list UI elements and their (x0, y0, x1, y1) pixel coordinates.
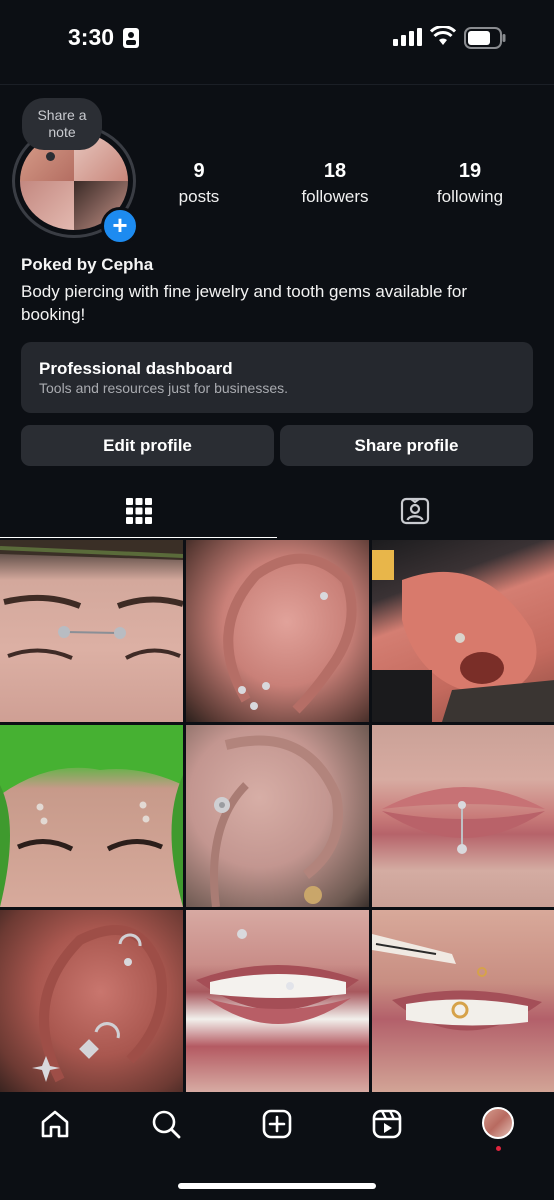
battery-icon (464, 27, 506, 49)
cellular-signal-icon (393, 28, 422, 46)
active-tab-indicator (0, 537, 277, 538)
post-thumbnail-5[interactable] (186, 725, 369, 907)
post-thumbnail-4[interactable] (0, 725, 183, 907)
reels-icon[interactable] (371, 1108, 403, 1140)
notification-dot (496, 1146, 501, 1151)
wifi-icon (430, 26, 456, 45)
add-story-plus-icon[interactable]: + (101, 207, 139, 245)
stat-following[interactable]: 19 following (415, 160, 525, 207)
stat-posts[interactable]: 9 posts (144, 160, 254, 207)
home-icon[interactable] (39, 1108, 71, 1140)
create-icon[interactable] (261, 1108, 293, 1140)
post-thumbnail-3[interactable] (372, 540, 554, 722)
post-4-art (0, 725, 183, 907)
post-thumbnail-6[interactable] (372, 725, 554, 907)
post-thumbnail-7[interactable] (0, 910, 183, 1092)
post-5-art (210, 735, 343, 907)
status-time: 3:30 (68, 24, 115, 50)
grid-icon[interactable] (126, 498, 152, 524)
status-bar: 3:30 (0, 0, 554, 80)
post-thumbnail-1[interactable] (0, 540, 183, 722)
profile-bio: Body piercing with fine jewelry and toot… (21, 282, 468, 324)
stat-posts-value: 9 (193, 160, 205, 182)
stat-followers-label: followers (301, 187, 369, 206)
post-8-art (196, 929, 359, 1024)
focus-id-icon (123, 28, 139, 48)
edit-profile-button[interactable]: Edit profile (21, 425, 274, 466)
stat-followers[interactable]: 18 followers (280, 160, 390, 207)
search-icon[interactable] (150, 1108, 182, 1140)
stat-following-value: 19 (458, 160, 482, 182)
header-divider (0, 84, 554, 85)
post-2-art (223, 553, 357, 714)
stat-posts-label: posts (178, 187, 220, 206)
stat-following-label: following (436, 187, 504, 206)
post-3-art (372, 550, 554, 722)
post-6-art (382, 787, 545, 854)
post-9-art (372, 934, 542, 1031)
dashboard-subtitle: Tools and resources just for businesses. (39, 380, 289, 396)
dashboard-title: Professional dashboard (39, 359, 233, 378)
professional-dashboard-card[interactable]: Professional dashboard Tools and resourc… (21, 342, 533, 413)
post-1-art (0, 540, 183, 660)
post-7-art (32, 925, 167, 1083)
post-thumbnail-9[interactable] (372, 910, 554, 1092)
home-indicator[interactable] (178, 1183, 376, 1189)
share-profile-button[interactable]: Share profile (280, 425, 533, 466)
share-note-bubble[interactable]: Share a note (22, 98, 102, 150)
profile-name: Poked by Cepha (21, 255, 154, 274)
note-bubble-tail (46, 152, 55, 161)
post-thumbnail-8[interactable] (186, 910, 369, 1092)
post-thumbnail-2[interactable] (186, 540, 369, 722)
posts-grid (0, 540, 554, 1093)
tagged-icon[interactable] (400, 497, 430, 525)
profile-nav-avatar[interactable] (482, 1107, 514, 1139)
stat-followers-value: 18 (323, 160, 347, 182)
